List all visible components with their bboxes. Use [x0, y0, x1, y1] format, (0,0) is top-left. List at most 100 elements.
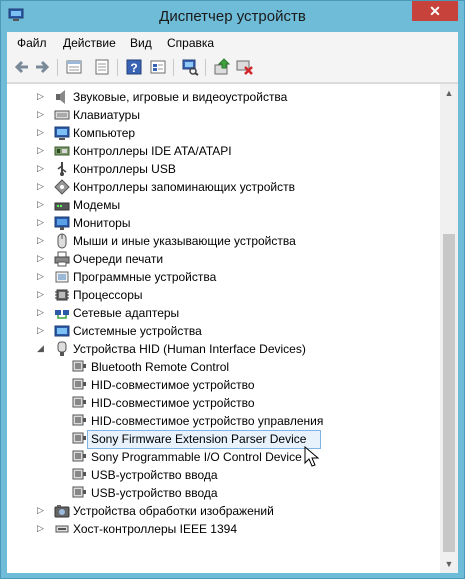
- uninstall-icon[interactable]: [236, 58, 254, 76]
- tree-device[interactable]: USB-устройство ввода: [7, 466, 437, 484]
- storage-controller-icon: [54, 179, 70, 195]
- tree-item-label: Контроллеры запоминающих устройств: [73, 180, 295, 194]
- expand-arrow-icon[interactable]: ▷: [37, 235, 47, 245]
- tree-category[interactable]: ▷ Процессоры: [7, 286, 437, 304]
- tree-category[interactable]: ▷ Компьютер: [7, 124, 437, 142]
- scrollbar-thumb[interactable]: [443, 234, 455, 552]
- tree-category[interactable]: ▷ Мониторы: [7, 214, 437, 232]
- expand-arrow-icon[interactable]: ▷: [37, 289, 47, 299]
- expand-arrow-icon[interactable]: ▷: [37, 217, 47, 227]
- expand-arrow-icon[interactable]: ▷: [37, 127, 47, 137]
- tree-device[interactable]: Sony Programmable I/O Control Device: [7, 448, 437, 466]
- tree-item-label: Мониторы: [73, 216, 131, 230]
- monitor-icon: [54, 216, 70, 230]
- tree-category[interactable]: ▷ Сетевые адаптеры: [7, 304, 437, 322]
- menu-help[interactable]: Справка: [167, 36, 214, 50]
- forward-icon[interactable]: [33, 58, 51, 76]
- collapse-arrow-icon[interactable]: ◢: [37, 343, 47, 353]
- toolbar-separator: [57, 59, 58, 76]
- title-bar[interactable]: Диспетчер устройств ✕: [1, 1, 464, 31]
- tree-item-label: Sony Firmware Extension Parser Device: [91, 432, 307, 446]
- tree-device[interactable]: HID-совместимое устройство: [7, 394, 437, 412]
- tree-item-label: USB-устройство ввода: [91, 468, 218, 482]
- hid-device-icon: [72, 432, 86, 444]
- expand-arrow-icon[interactable]: ▷: [37, 163, 47, 173]
- modem-icon: [54, 202, 70, 211]
- tree-item-label: Устройства HID (Human Interface Devices): [73, 342, 306, 356]
- tree-category[interactable]: ▷ Системные устройства: [7, 322, 437, 340]
- toolbar: ?: [7, 54, 458, 83]
- tree-item-label: Системные устройства: [73, 324, 202, 338]
- expand-arrow-icon[interactable]: ▷: [37, 145, 47, 155]
- tree-item-label: Процессоры: [73, 288, 143, 302]
- tree-category[interactable]: ▷ Хост-контроллеры IEEE 1394: [7, 520, 437, 538]
- ide-controller-icon: [54, 146, 70, 156]
- toolbar-separator: [205, 59, 206, 76]
- close-button[interactable]: ✕: [412, 1, 458, 21]
- tree-item-label: Компьютер: [73, 126, 136, 140]
- tree-device[interactable]: HID-совместимое устройство: [7, 376, 437, 394]
- tree-category[interactable]: ▷ Модемы: [7, 196, 437, 214]
- back-icon[interactable]: [13, 58, 31, 76]
- usb-icon: [57, 162, 67, 176]
- printer-icon: [54, 251, 70, 267]
- expand-arrow-icon[interactable]: ▷: [37, 523, 47, 533]
- device-tree[interactable]: ▷ Хост-контроллеры IEEE 1394 ▷ Устройства о…: [7, 83, 458, 573]
- scroll-down-button[interactable]: ▼: [440, 555, 458, 573]
- tree-category[interactable]: ▷ Мыши и иные указывающие устройства: [7, 232, 437, 250]
- window-title: Диспетчер устройств: [159, 8, 306, 25]
- hid-icon: [57, 341, 67, 356]
- keyboard-icon: [54, 110, 70, 120]
- tree-category[interactable]: ▷ Контроллеры запоминающих устройств: [7, 178, 437, 196]
- svg-text:?: ?: [130, 61, 137, 75]
- menu-file[interactable]: Файл: [17, 36, 47, 50]
- update-driver-icon[interactable]: [213, 58, 231, 76]
- help-icon[interactable]: ?: [125, 58, 143, 76]
- expand-arrow-icon[interactable]: ▷: [37, 253, 47, 263]
- tree-item-label: Sony Programmable I/O Control Device: [91, 450, 302, 464]
- scan-hardware-icon[interactable]: [181, 58, 199, 76]
- show-hidden-icon[interactable]: [93, 58, 111, 76]
- vertical-scrollbar[interactable]: ▲ ▼: [440, 84, 458, 573]
- tree-device[interactable]: HID-совместимое устройство управления: [7, 412, 437, 430]
- scroll-up-button[interactable]: ▲: [440, 84, 458, 102]
- expand-arrow-icon[interactable]: ▷: [37, 181, 47, 191]
- hid-device-icon: [72, 360, 86, 372]
- tree-category[interactable]: ▷ Звуковые, игровые и видеоустройства: [7, 88, 437, 106]
- menu-bar: Файл Действие Вид Справка: [7, 32, 458, 54]
- tree-device[interactable]: Bluetooth Remote Control: [7, 358, 437, 376]
- tree-item-label: Клавиатуры: [73, 108, 140, 122]
- hid-device-icon: [72, 378, 86, 390]
- expand-arrow-icon[interactable]: ▷: [37, 325, 47, 335]
- imaging-device-icon: [54, 505, 70, 518]
- menu-action[interactable]: Действие: [63, 36, 116, 50]
- tree-item-label: Контроллеры USB: [73, 162, 176, 176]
- properties-icon[interactable]: [65, 58, 83, 76]
- expand-arrow-icon[interactable]: ▷: [37, 91, 47, 101]
- tree-item-label: Bluetooth Remote Control: [91, 360, 230, 374]
- tree-item-label: USB-устройство ввода: [91, 486, 218, 500]
- hid-device-icon: [72, 486, 86, 498]
- network-adapter-icon: [55, 310, 69, 319]
- expand-arrow-icon[interactable]: ▷: [37, 271, 47, 281]
- menu-view[interactable]: Вид: [130, 36, 152, 50]
- system-device-icon: [54, 325, 70, 337]
- tree-category[interactable]: ▷ Контроллеры IDE ATA/ATAPI: [7, 142, 437, 160]
- expand-arrow-icon[interactable]: ▷: [37, 505, 47, 515]
- tree-category[interactable]: ▷ Устройства обработки изображений: [7, 502, 437, 520]
- speaker-icon: [56, 90, 65, 104]
- tree-category[interactable]: ▷ Очереди печати: [7, 250, 437, 268]
- expand-arrow-icon[interactable]: ▷: [37, 307, 47, 317]
- tree-category[interactable]: ◢ Устройства HID (Human Interface Devices…: [7, 340, 437, 358]
- tree-item-label: Контроллеры IDE ATA/ATAPI: [73, 144, 232, 158]
- expand-arrow-icon[interactable]: ▷: [37, 199, 47, 209]
- tree-category[interactable]: ▷ Программные устройства: [7, 268, 437, 286]
- expand-arrow-icon[interactable]: ▷: [37, 109, 47, 119]
- tree-item-label: HID-совместимое устройство: [91, 396, 255, 410]
- tree-device[interactable]: USB-устройство ввода: [7, 484, 437, 502]
- tree-category[interactable]: ▷ Клавиатуры: [7, 106, 437, 124]
- tree-device[interactable]: Sony Firmware Extension Parser Device: [7, 430, 437, 449]
- tree-category[interactable]: ▷ Контроллеры USB: [7, 160, 437, 178]
- software-device-icon: [55, 271, 69, 283]
- view-icon[interactable]: [149, 58, 167, 76]
